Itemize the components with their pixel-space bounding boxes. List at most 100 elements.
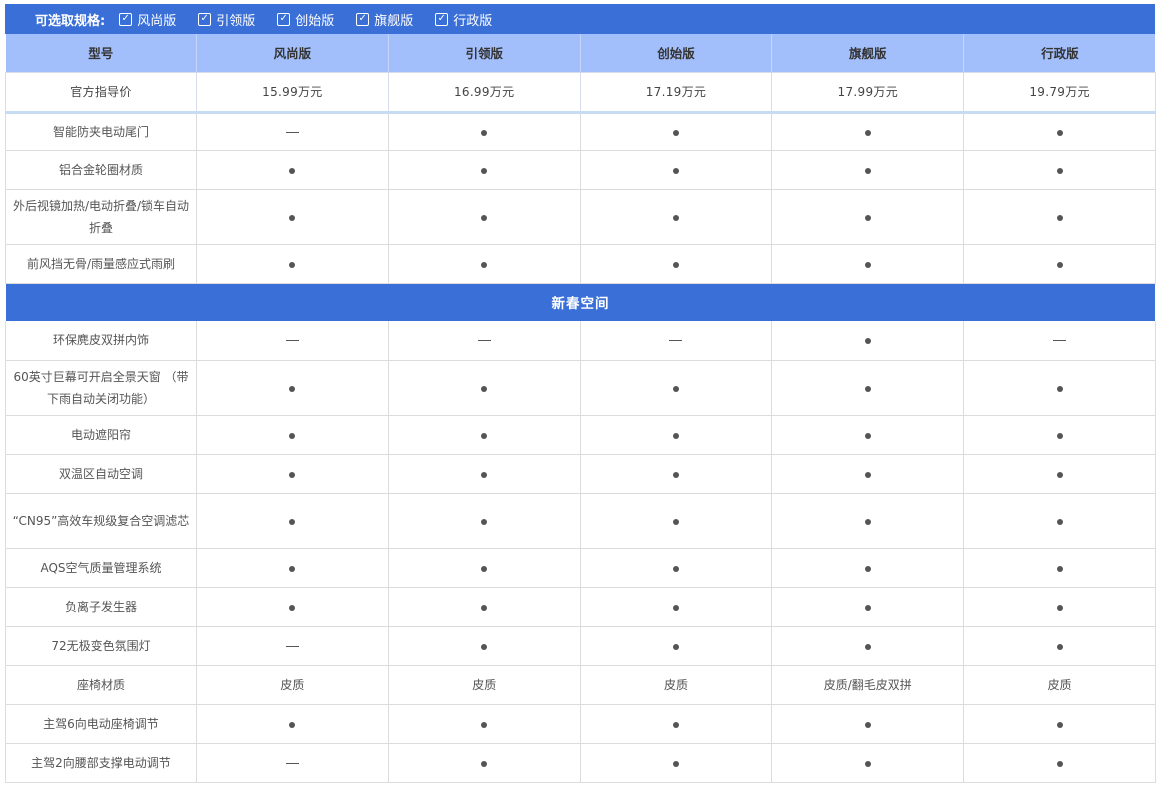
feature-value: [963, 415, 1156, 455]
feature-name: 智能防夹电动尾门: [5, 112, 197, 151]
standard-dot-icon: [481, 471, 488, 478]
feature-value: [771, 704, 965, 744]
checkbox-checked-icon[interactable]: ✓: [277, 12, 291, 26]
not-available-dash-icon: [285, 762, 299, 764]
header-col-xingzheng: 行政版: [963, 34, 1156, 72]
standard-dot-icon: [289, 565, 296, 572]
standard-dot-icon: [1056, 760, 1063, 767]
filter-option-label: 创始版: [295, 13, 335, 29]
standard-dot-icon: [289, 261, 296, 268]
standard-dot-icon: [481, 129, 488, 136]
standard-dot-icon: [672, 518, 679, 525]
filter-option[interactable]: ✓ 引领版: [198, 10, 255, 29]
feature-value: [771, 587, 965, 627]
header-col-qijian: 旗舰版: [771, 34, 965, 72]
feature-value: [388, 587, 581, 627]
standard-dot-icon: [672, 129, 679, 136]
filter-option[interactable]: ✓ 创始版: [277, 10, 334, 29]
standard-dot-icon: [1056, 167, 1063, 174]
feature-value: [580, 626, 773, 666]
feature-value: [196, 415, 389, 455]
feature-row: 铝合金轮圈材质: [5, 150, 1156, 190]
feature-value: 皮质: [196, 665, 389, 705]
filter-option[interactable]: ✓ 风尚版: [119, 10, 176, 29]
feature-row: 负离子发生器: [5, 587, 1156, 627]
header-col-chuangshi: 创始版: [580, 34, 773, 72]
feature-value: [580, 321, 773, 361]
feature-row: 环保麂皮双拼内饰: [5, 321, 1156, 361]
standard-dot-icon: [864, 760, 871, 767]
standard-dot-icon: [672, 214, 679, 221]
standard-dot-icon: [289, 604, 296, 611]
standard-dot-icon: [864, 604, 871, 611]
feature-value: [771, 415, 965, 455]
feature-value: [196, 112, 389, 151]
feature-value: [580, 743, 773, 783]
header-row: 型号 风尚版 引领版 创始版 旗舰版 行政版: [5, 34, 1156, 72]
filter-label: 可选取规格:: [35, 13, 106, 29]
standard-dot-icon: [1056, 604, 1063, 611]
feature-value: [580, 704, 773, 744]
feature-value: [771, 626, 965, 666]
feature-value: [196, 548, 389, 588]
feature-value: [580, 360, 773, 416]
checkbox-checked-icon[interactable]: ✓: [356, 12, 370, 26]
filter-options: ✓ 风尚版 ✓ 引领版 ✓ 创始版 ✓ 旗舰版 ✓ 行政版: [119, 10, 514, 29]
standard-dot-icon: [289, 432, 296, 439]
feature-value: [388, 415, 581, 455]
header-col-fengshang: 风尚版: [196, 34, 389, 72]
standard-dot-icon: [864, 721, 871, 728]
feature-value: [963, 360, 1156, 416]
standard-dot-icon: [481, 167, 488, 174]
standard-dot-icon: [864, 518, 871, 525]
feature-value: [771, 360, 965, 416]
feature-value: [580, 587, 773, 627]
feature-value: [963, 704, 1156, 744]
standard-dot-icon: [1056, 385, 1063, 392]
standard-dot-icon: [481, 261, 488, 268]
feature-value: [196, 587, 389, 627]
standard-dot-icon: [481, 760, 488, 767]
standard-dot-icon: [672, 721, 679, 728]
feature-value: [963, 587, 1156, 627]
standard-dot-icon: [1056, 261, 1063, 268]
feature-value: [963, 244, 1156, 284]
feature-row: 智能防夹电动尾门: [5, 112, 1156, 151]
feature-value: [196, 150, 389, 190]
price-value: 15.99万元: [196, 71, 389, 114]
filter-option[interactable]: ✓ 行政版: [435, 10, 492, 29]
feature-value: [771, 189, 965, 245]
feature-value: [771, 321, 965, 361]
checkbox-checked-icon[interactable]: ✓: [198, 12, 212, 26]
feature-row: 前风挡无骨/雨量感应式雨刷: [5, 244, 1156, 284]
standard-dot-icon: [672, 760, 679, 767]
checkbox-checked-icon[interactable]: ✓: [435, 12, 449, 26]
feature-value: [963, 112, 1156, 151]
feature-value: [963, 743, 1156, 783]
feature-value: [388, 626, 581, 666]
feature-value: [196, 626, 389, 666]
feature-row: 60英寸巨幕可开启全景天窗 （带下雨自动关闭功能）: [5, 360, 1156, 416]
price-value: 16.99万元: [387, 71, 581, 114]
feature-name: AQS空气质量管理系统: [5, 548, 197, 588]
standard-dot-icon: [864, 432, 871, 439]
section-header-row: 新春空间: [5, 283, 1156, 321]
standard-dot-icon: [289, 518, 296, 525]
not-available-dash-icon: [285, 340, 299, 342]
price-label: 官方指导价: [5, 71, 197, 114]
standard-dot-icon: [864, 471, 871, 478]
feature-value: [771, 743, 965, 783]
checkbox-checked-icon[interactable]: ✓: [119, 12, 133, 26]
section-title: 新春空间: [5, 283, 1156, 321]
feature-value: [388, 244, 581, 284]
standard-dot-icon: [481, 565, 488, 572]
filter-option[interactable]: ✓ 旗舰版: [356, 10, 413, 29]
feature-row: 主驾2向腰部支撑电动调节: [5, 743, 1156, 783]
standard-dot-icon: [672, 432, 679, 439]
feature-name: 外后视镜加热/电动折叠/锁车自动折叠: [5, 189, 197, 245]
feature-row: 座椅材质 皮质 皮质 皮质 皮质/翻毛皮双拼 皮质: [5, 665, 1156, 705]
standard-dot-icon: [1056, 214, 1063, 221]
standard-dot-icon: [481, 643, 488, 650]
feature-value: [196, 454, 389, 494]
feature-value: [388, 321, 581, 361]
